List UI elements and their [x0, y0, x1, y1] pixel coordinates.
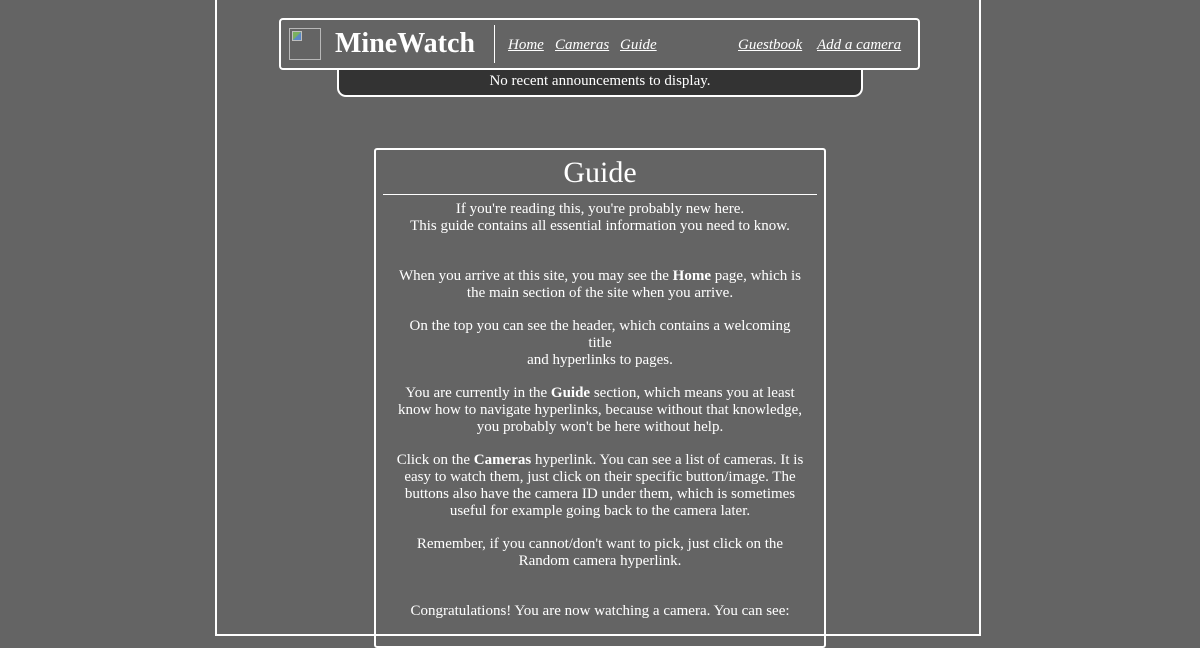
intro-line-1: If you're reading this, you're probably … [455, 201, 745, 217]
text-run: You are currently in the [405, 385, 551, 401]
paragraph-line: and hyperlinks to pages. [527, 352, 673, 368]
paragraph-line: easy to watch them, just click on their … [404, 469, 796, 485]
nav-link-guestbook[interactable]: Guestbook [738, 36, 802, 54]
nav-link-cameras[interactable]: Cameras [555, 36, 609, 54]
paragraph-line: On the top you can see the header, which… [409, 318, 791, 351]
bold-term-guide: Guide [550, 385, 591, 401]
guide-body: If you're reading this, you're probably … [376, 195, 824, 620]
paragraph-line: Click on the Cameras hyperlink. You can … [396, 452, 804, 469]
broken-image-icon [292, 31, 302, 41]
nav-link-home[interactable]: Home [508, 36, 544, 54]
logo-image[interactable] [289, 28, 321, 60]
paragraph-line: When you arrive at this site, you may se… [396, 268, 804, 285]
guide-paragraph-guide: You are currently in the Guide section, … [396, 385, 804, 436]
guide-paragraph-random: Remember, if you cannot/don't want to pi… [396, 536, 804, 570]
paragraph-line: buttons also have the camera ID under th… [404, 486, 796, 502]
nav-link-guide[interactable]: Guide [620, 36, 657, 54]
text-run: Click on the [396, 452, 474, 468]
bold-term-home: Home [672, 268, 711, 284]
header-divider [494, 25, 495, 63]
guide-paragraph-cameras: Click on the Cameras hyperlink. You can … [396, 452, 804, 520]
guide-paragraph-watching: Congratulations! You are now watching a … [396, 603, 804, 620]
paragraph-line: you probably won't be here without help. [476, 419, 724, 435]
paragraph-line: Random camera hyperlink. [518, 553, 682, 569]
site-header: MineWatch Home Cameras Guide Guestbook A… [279, 18, 920, 70]
guide-title: Guide [563, 156, 637, 189]
site-title: MineWatch [335, 28, 475, 59]
text-run: hyperlink. You can see a list of cameras… [531, 452, 804, 468]
bold-term-cameras: Cameras [473, 452, 532, 468]
text-run: When you arrive at this site, you may se… [399, 268, 673, 284]
text-run: page, which is [711, 268, 801, 284]
intro-line-2: This guide contains all essential inform… [410, 218, 790, 234]
paragraph-line: Congratulations! You are now watching a … [410, 603, 790, 619]
paragraph-line: You are currently in the Guide section, … [396, 385, 804, 402]
guide-paragraph-home: When you arrive at this site, you may se… [396, 268, 804, 302]
paragraph-line: know how to navigate hyperlinks, because… [397, 402, 803, 418]
paragraph-line: useful for example going back to the cam… [449, 503, 751, 519]
announcement-text: No recent announcements to display. [489, 73, 711, 89]
nav-link-add-camera[interactable]: Add a camera [817, 36, 901, 54]
text-run: section, which means you at least [590, 385, 795, 401]
guide-panel: Guide If you're reading this, you're pro… [374, 148, 826, 648]
paragraph-line: Remember, if you cannot/don't want to pi… [416, 536, 784, 552]
paragraph-line: the main section of the site when you ar… [466, 285, 734, 301]
guide-paragraph-header: On the top you can see the header, which… [396, 318, 804, 369]
guide-intro: If you're reading this, you're probably … [396, 201, 804, 235]
